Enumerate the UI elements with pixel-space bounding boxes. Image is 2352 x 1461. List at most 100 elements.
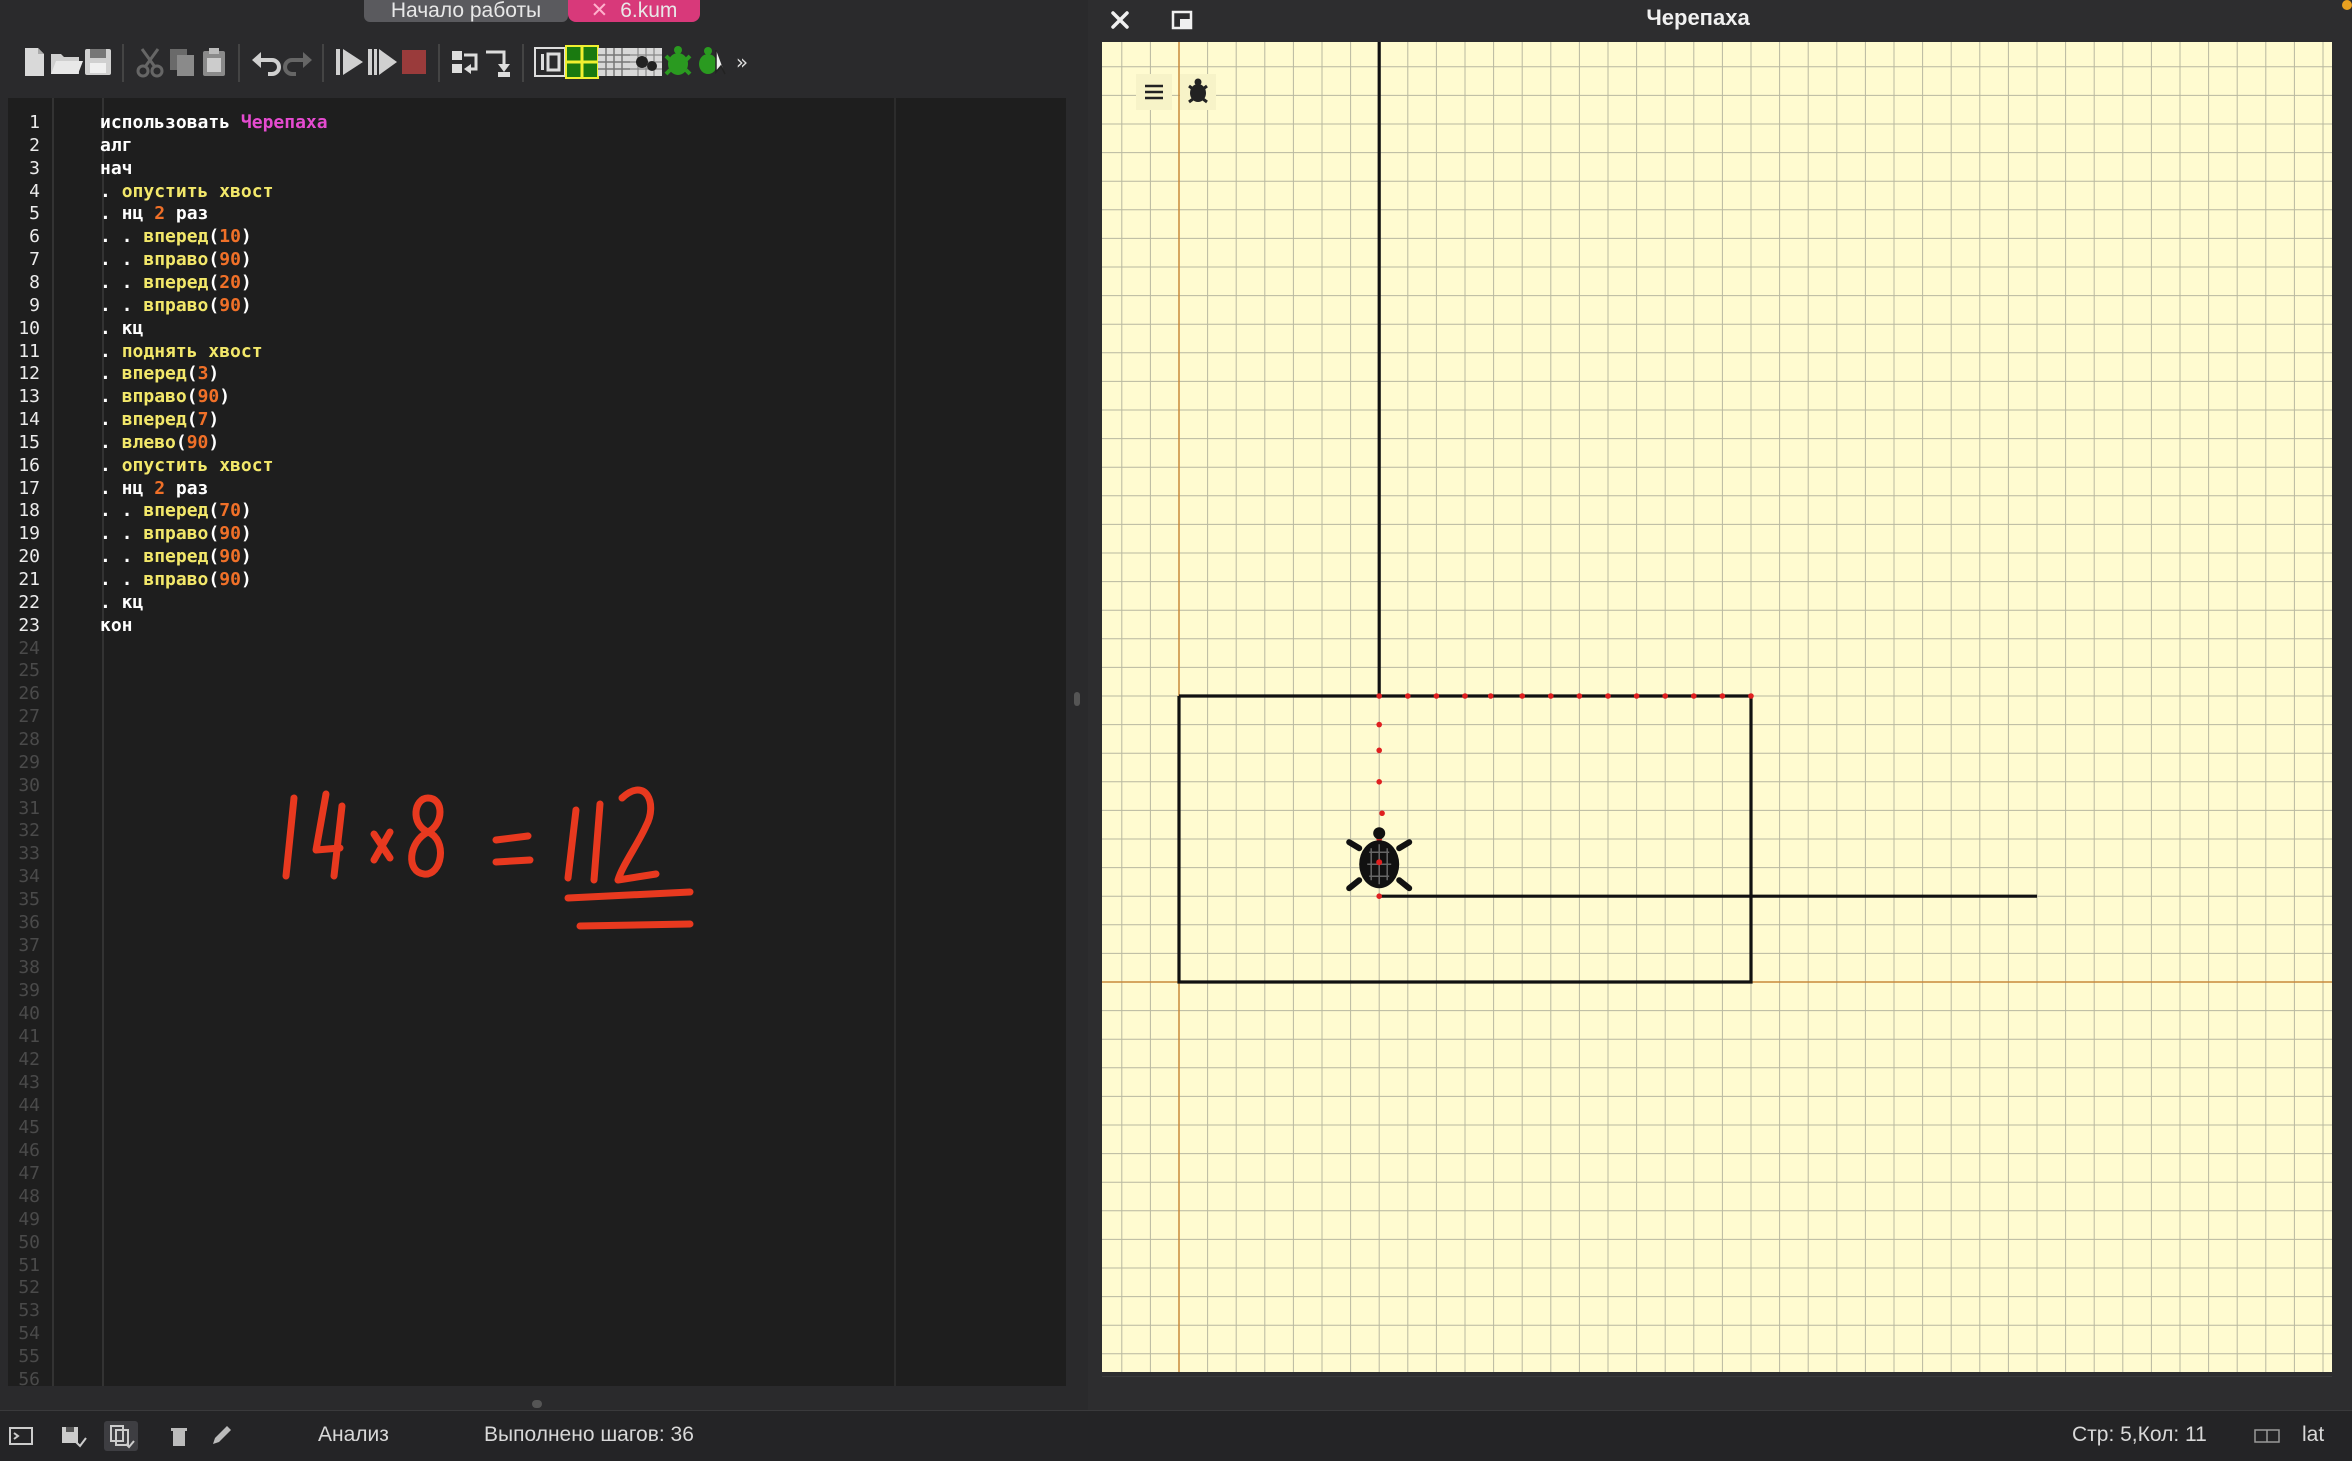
line-number: 29 bbox=[18, 751, 40, 773]
line-number: 45 bbox=[18, 1117, 40, 1139]
code-token: ( bbox=[186, 363, 198, 385]
code-line[interactable]: . . вперед(70) bbox=[100, 500, 252, 521]
code-line[interactable]: . опустить хвост bbox=[100, 181, 273, 202]
save-icon[interactable] bbox=[78, 42, 118, 82]
code-token: ( bbox=[175, 431, 187, 453]
code-token: нач bbox=[100, 157, 133, 179]
code-line[interactable]: . . вперед(10) bbox=[100, 226, 252, 247]
redo-icon[interactable] bbox=[278, 42, 318, 82]
stop-icon[interactable] bbox=[394, 42, 434, 82]
code-token: ) bbox=[208, 431, 220, 453]
trace-point bbox=[1376, 893, 1382, 899]
line-number: 40 bbox=[18, 1003, 40, 1025]
trace-point bbox=[1376, 747, 1382, 754]
paste-icon[interactable] bbox=[194, 42, 234, 82]
code-token: ( bbox=[208, 546, 220, 568]
tab-start-label: Начало работы bbox=[390, 0, 542, 22]
line-number: 41 bbox=[18, 1026, 40, 1047]
hamburger-menu-icon[interactable] bbox=[1136, 74, 1172, 110]
tab-file-label: 6.kum bbox=[620, 0, 678, 22]
code-token: алг bbox=[100, 134, 133, 156]
code-line[interactable]: . кц bbox=[100, 318, 143, 339]
trace-point bbox=[1576, 693, 1583, 699]
turtle-canvas[interactable] bbox=[1102, 42, 2332, 1372]
line-number: 19 bbox=[18, 523, 40, 545]
code-line[interactable]: . опустить хвост bbox=[100, 455, 273, 476]
tab-close-icon[interactable]: ✕ bbox=[591, 0, 609, 22]
code-line[interactable]: . вперед(3) bbox=[100, 363, 219, 384]
code-line[interactable]: . . вправо(90) bbox=[100, 249, 252, 270]
code-token: вправо bbox=[143, 249, 209, 271]
code-line[interactable]: . нц 2 раз bbox=[100, 203, 208, 224]
code-token: вправо bbox=[143, 294, 209, 316]
code-line[interactable]: . . вперед(20) bbox=[100, 272, 252, 293]
line-number: 26 bbox=[18, 683, 40, 705]
code-line[interactable]: . кц bbox=[100, 592, 143, 613]
code-token: . кц bbox=[100, 317, 144, 339]
trace-point bbox=[1405, 693, 1411, 699]
code-line[interactable]: . . вправо(90) bbox=[100, 295, 252, 316]
editor-scroll-handle[interactable] bbox=[532, 1400, 542, 1408]
code-token: . . bbox=[100, 546, 144, 568]
code-line[interactable]: . . вправо(90) bbox=[100, 569, 252, 590]
line-number: 15 bbox=[18, 431, 40, 453]
line-number: 21 bbox=[18, 569, 40, 590]
code-token: . нц bbox=[100, 203, 155, 225]
line-number: 31 bbox=[18, 797, 40, 819]
code-token: вправо bbox=[143, 523, 209, 545]
code-token: . . bbox=[100, 226, 144, 248]
code-token: ) bbox=[240, 523, 252, 545]
code-line[interactable]: нач bbox=[100, 158, 133, 179]
line-number: 30 bbox=[18, 774, 40, 796]
splitter-handle[interactable] bbox=[1074, 692, 1080, 706]
code-line[interactable]: . вправо(90) bbox=[100, 386, 230, 407]
code-token: ( bbox=[208, 523, 220, 545]
code-line[interactable]: . поднять хвост bbox=[100, 341, 263, 362]
breakpoint-margin[interactable] bbox=[54, 98, 104, 1386]
code-token: 90 bbox=[219, 523, 241, 545]
pencil-icon[interactable] bbox=[204, 1421, 238, 1451]
line-number: 52 bbox=[18, 1277, 40, 1299]
code-editor[interactable]: 1 2 3 4 5 6 7 8 9 10 11 12 13 14 15 16 17 18 19 20 21 22 23 24 2… bbox=[8, 98, 1066, 1390]
code-line[interactable]: кон bbox=[100, 615, 133, 636]
code-token: ) bbox=[240, 226, 252, 248]
code-token: ) bbox=[208, 363, 220, 385]
code-line[interactable]: . . вперед(90) bbox=[100, 546, 252, 567]
code-token: 90 bbox=[197, 386, 220, 408]
console-icon[interactable] bbox=[4, 1421, 38, 1451]
copy-check-icon[interactable] bbox=[104, 1421, 138, 1451]
trace-point bbox=[1633, 693, 1640, 699]
step-out-icon[interactable] bbox=[478, 42, 518, 82]
code-token: вправо bbox=[121, 386, 187, 408]
trash-icon[interactable] bbox=[162, 1421, 196, 1451]
code-token: 2 bbox=[154, 203, 166, 225]
turtle-sprite bbox=[1346, 827, 1413, 892]
tab-bar: Начало работы ✕ 6.kum bbox=[0, 0, 1080, 22]
line-number: 54 bbox=[18, 1323, 40, 1345]
line-number: 44 bbox=[18, 1094, 40, 1116]
tab-file[interactable]: ✕ 6.kum bbox=[568, 0, 700, 22]
code-line[interactable]: . нц 2 раз bbox=[100, 478, 208, 499]
save-check-icon[interactable] bbox=[56, 1421, 90, 1451]
line-number: 38 bbox=[18, 957, 40, 979]
code-token: . bbox=[100, 454, 122, 476]
code-token: 2 bbox=[154, 477, 166, 499]
tab-start[interactable]: Начало работы bbox=[364, 0, 568, 22]
code-line[interactable]: . вперед(7) bbox=[100, 409, 219, 430]
code-token: . . bbox=[100, 271, 144, 293]
code-line[interactable]: . влево(90) bbox=[100, 432, 219, 453]
code-token: вперед bbox=[143, 500, 209, 522]
trace-point bbox=[1662, 693, 1668, 699]
code-token: 10 bbox=[219, 226, 241, 248]
code-line[interactable]: алг bbox=[100, 135, 133, 156]
code-token: ) bbox=[240, 546, 252, 568]
toolbar-more-button[interactable]: » bbox=[722, 42, 762, 82]
code-line[interactable]: . . вправо(90) bbox=[100, 523, 252, 544]
canvas-scroll-area[interactable] bbox=[1102, 1376, 2332, 1407]
trace-point bbox=[1379, 810, 1385, 817]
code-token: . bbox=[100, 409, 122, 431]
turtle-icon[interactable] bbox=[1180, 74, 1216, 110]
line-number: 34 bbox=[18, 866, 40, 888]
code-token: . bbox=[100, 340, 122, 362]
code-line[interactable]: использовать Черепаха bbox=[100, 112, 328, 133]
